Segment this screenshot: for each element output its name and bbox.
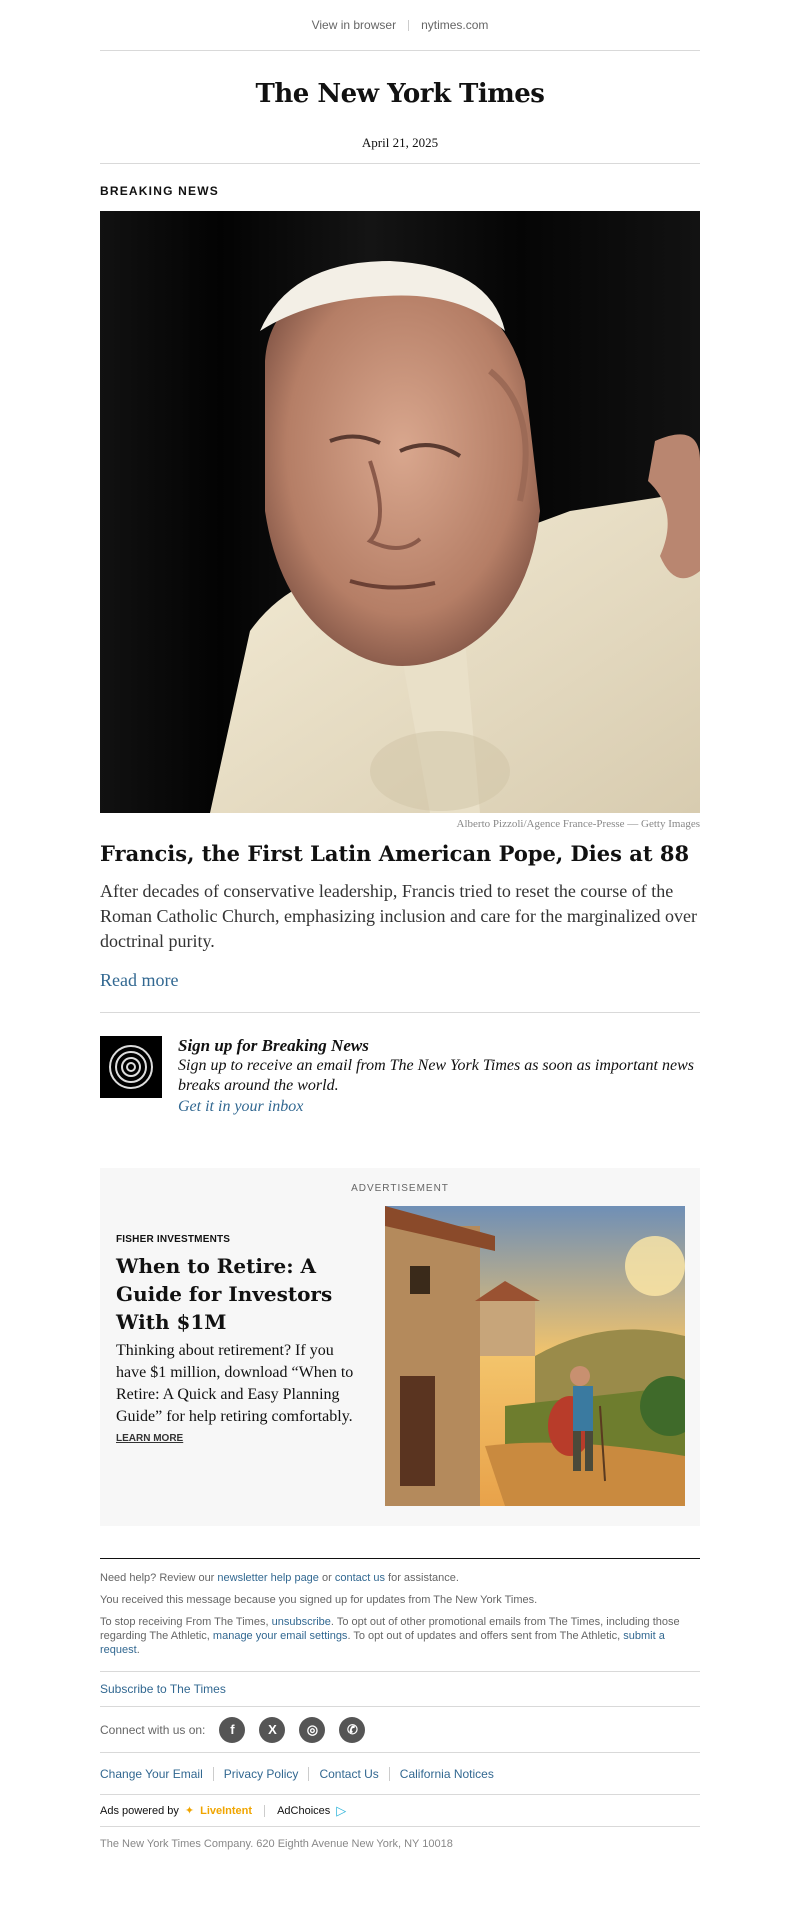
signup-block: Sign up for Breaking News Sign up to rec… (100, 1036, 700, 1118)
unsubscribe-link[interactable]: unsubscribe (272, 1616, 331, 1628)
ad-sponsor: FISHER INVESTMENTS (116, 1234, 231, 1246)
hiker-village-image (385, 1206, 685, 1507)
footer-links: Change Your Email Privacy Policy Contact… (100, 1753, 700, 1794)
signup-link[interactable]: Get it in your inbox (178, 1098, 303, 1115)
footer: Need help? Review our newsletter help pa… (100, 1558, 700, 1861)
instagram-icon[interactable]: ◎ (299, 1716, 326, 1743)
company-address: The New York Times Company. 620 Eighth A… (100, 1838, 453, 1851)
signup-title: Sign up for Breaking News (178, 1036, 369, 1056)
privacy-policy-link[interactable]: Privacy Policy (212, 1766, 309, 1781)
newsletter-help-link[interactable]: newsletter help page (217, 1572, 319, 1584)
pope-portrait-image (100, 211, 700, 813)
learn-more-link[interactable]: LEARN MORE (116, 1433, 183, 1444)
california-notices-link[interactable]: California Notices (388, 1766, 504, 1781)
issue-date: April 21, 2025 (361, 135, 439, 150)
adchoices-link[interactable]: AdChoices (277, 1804, 330, 1818)
ad-label: ADVERTISEMENT (351, 1183, 449, 1195)
article-photo[interactable] (100, 211, 700, 813)
adchoices-icon[interactable]: ▷ (336, 1803, 346, 1818)
article-headline[interactable]: Francis, the First Latin American Pope, … (100, 841, 700, 867)
article-summary: After decades of conservative leadership… (100, 881, 697, 952)
breaking-news-icon (100, 1036, 162, 1099)
liveintent-icon: ✦ (184, 1804, 195, 1817)
signup-description: Sign up to receive an email from The New… (178, 1057, 694, 1095)
read-more-link[interactable]: Read more (100, 970, 178, 991)
divider (264, 1804, 266, 1817)
contact-us-link[interactable]: contact us (335, 1572, 385, 1584)
manage-email-settings-link[interactable]: manage your email settings (213, 1630, 348, 1642)
top-bar: View in browser nytimes.com (100, 0, 700, 50)
change-email-link[interactable]: Change Your Email (100, 1767, 213, 1781)
section-kicker: BREAKING NEWS (100, 184, 219, 198)
unsubscribe-text: To stop receiving From The Times, unsubs… (100, 1616, 680, 1657)
subscription-reason: You received this message because you si… (100, 1594, 538, 1607)
ad-body: Thinking about retirement? If you have $… (116, 1342, 354, 1426)
ad-image[interactable] (385, 1206, 685, 1507)
ads-powered-by: Ads powered by ✦ LiveIntent AdChoices ▷ (100, 1802, 347, 1818)
divider (100, 1012, 700, 1014)
photo-credit: Alberto Pizzoli/Agence France-Presse — G… (456, 818, 700, 830)
nyt-logo[interactable]: The New York Times (100, 51, 700, 109)
subscribe-link[interactable]: Subscribe to The Times (100, 1682, 226, 1696)
whatsapp-icon[interactable]: ✆ (339, 1716, 366, 1743)
facebook-icon[interactable]: f (219, 1716, 246, 1743)
advertisement: ADVERTISEMENT FISHER INVESTMENTS When to… (100, 1168, 700, 1527)
connect-label: Connect with us on: (100, 1722, 206, 1737)
ad-title[interactable]: When to Retire: A Guide for Investors Wi… (116, 1252, 366, 1336)
nytimes-link[interactable]: nytimes.com (421, 18, 488, 32)
divider (408, 19, 410, 31)
x-icon[interactable]: X (259, 1716, 286, 1743)
view-in-browser-link[interactable]: View in browser (312, 18, 396, 32)
contact-us-footer-link[interactable]: Contact Us (308, 1766, 388, 1781)
liveintent-logo[interactable]: LiveIntent (200, 1804, 252, 1818)
social-links: Connect with us on: f X ◎ ✆ (100, 1707, 700, 1752)
help-text: Need help? Review our newsletter help pa… (100, 1572, 459, 1585)
